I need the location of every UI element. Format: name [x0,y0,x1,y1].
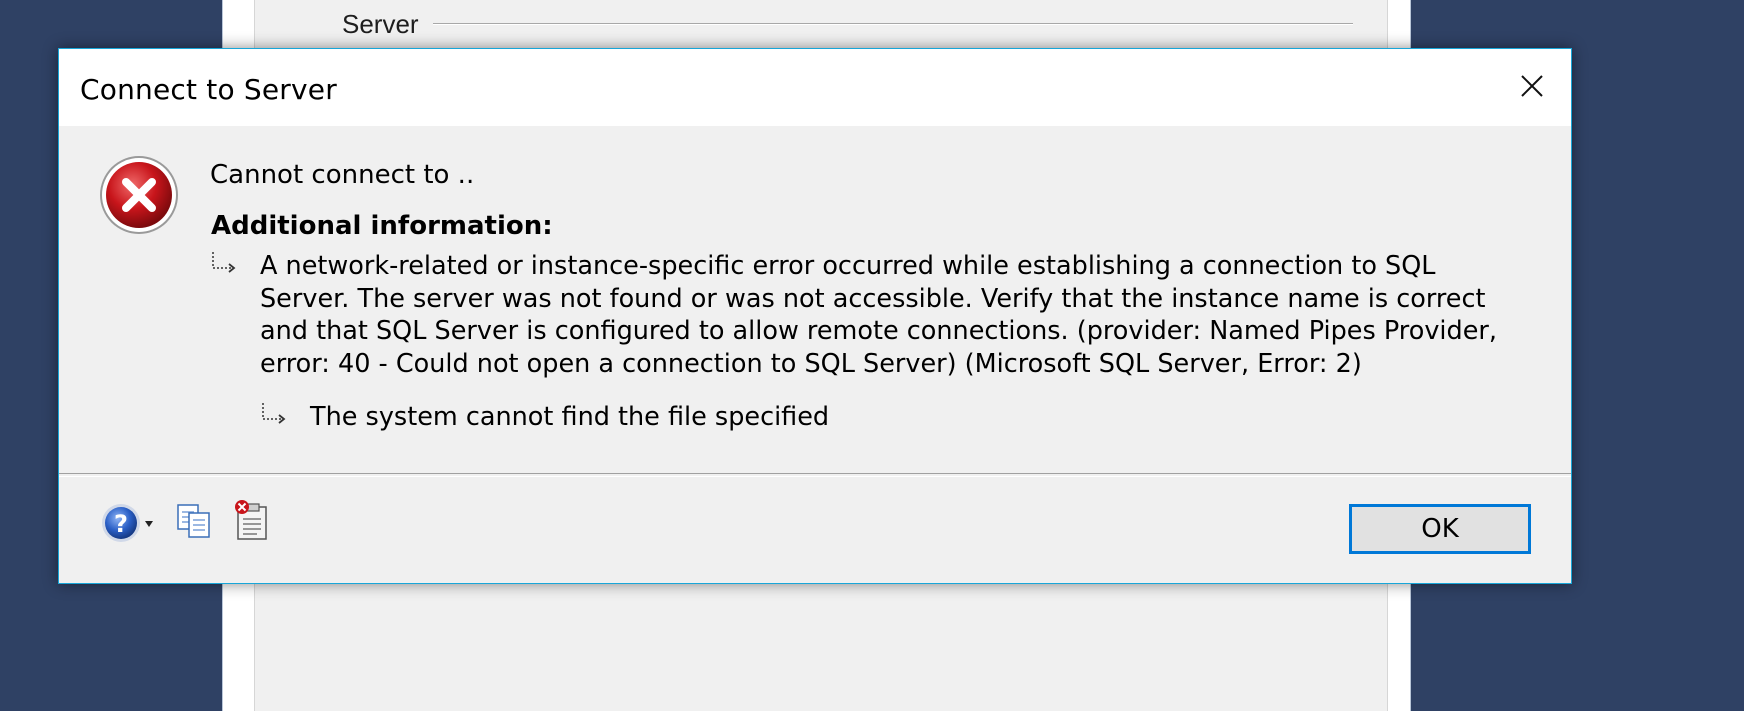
help-icon: ? [102,504,153,542]
group-divider [433,23,1353,25]
close-button[interactable] [1491,49,1571,119]
svg-text:?: ? [114,510,128,538]
error-icon [100,156,178,234]
additional-info-label: Additional information: [211,211,553,241]
tree-arrow-icon [212,252,236,273]
help-dropdown-button[interactable]: ? [101,502,159,544]
server-group-label: Server [342,9,419,39]
copy-icon [177,504,210,538]
show-technical-details-button[interactable] [233,499,275,543]
dialog-footer: ? OK [59,476,1571,583]
dialog-titlebar: Connect to Server [59,49,1571,126]
detail-error-message: A network-related or instance-specific e… [260,251,1497,379]
dialog-title: Connect to Server [80,73,337,106]
error-dialog: Connect to Server Cannot connect to .. A… [58,48,1572,584]
tree-arrow-icon [262,403,286,424]
dialog-content: Cannot connect to .. Additional informat… [59,126,1571,478]
close-icon [1521,75,1543,97]
main-error-message: Cannot connect to .. [210,160,475,190]
copy-message-button[interactable] [175,502,215,542]
inner-error-message: The system cannot find the file specifie… [310,402,830,432]
ok-button[interactable]: OK [1349,504,1531,554]
show-technical-details-icon [235,500,267,540]
